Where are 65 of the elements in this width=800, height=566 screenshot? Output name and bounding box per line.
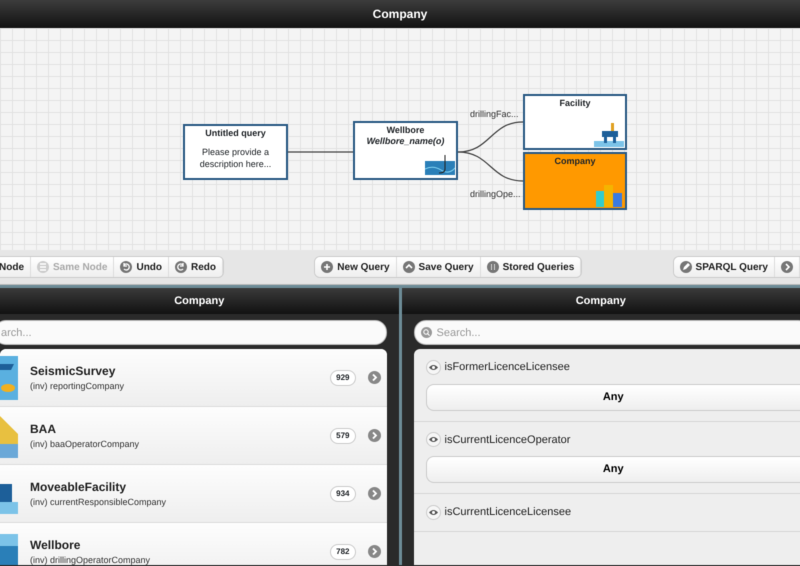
item-subtitle: (inv) drillingOperatorCompany (30, 554, 152, 565)
window-title: Company (372, 6, 428, 23)
item-subtitle: (inv) currentResponsibleCompany (30, 496, 168, 509)
item-subtitle: (inv) reportingCompany (30, 380, 126, 393)
pencil-icon (680, 261, 692, 273)
node-title: Untitled query (204, 128, 267, 140)
edge-label: drillingOpe... (470, 188, 521, 201)
connector-line (458, 151, 524, 182)
eye-icon (426, 504, 440, 520)
toolbar-button[interactable]: SPARQL Query (674, 257, 775, 277)
value-button[interactable]: Any (426, 456, 800, 483)
count-badge: 782 (330, 544, 356, 560)
eye-icon (426, 432, 440, 448)
chevron-icon (368, 545, 380, 558)
property-name: isCurrentLicenceLicensee (444, 505, 572, 520)
query-node[interactable]: Wellbore Wellbore_name(o) (353, 121, 458, 180)
node-title: Wellbore (386, 125, 426, 136)
query-node[interactable]: Untitled query Please provide a description here... (183, 124, 288, 180)
undo-icon (120, 261, 132, 273)
sea-well-icon (425, 153, 455, 177)
toolbar-button[interactable]: Save Query (396, 257, 481, 277)
toolbar-button[interactable]: Stored Queries (480, 257, 582, 277)
grid-icon (486, 261, 499, 273)
caret-icon (402, 261, 415, 273)
node-description: Please provide a description here... (198, 147, 272, 170)
edge-label: drillingFac... (470, 108, 519, 121)
search-icon (420, 327, 432, 338)
count-badge: 579 (330, 428, 356, 444)
node-subtitle: Wellbore_name(o) (366, 136, 446, 148)
list-icon (37, 261, 49, 273)
count-badge: 929 (330, 370, 356, 386)
item-title: Wellbore (30, 536, 82, 554)
panel-title: Company (174, 294, 224, 309)
node-title: Company (553, 156, 596, 168)
item-title: BAA (30, 420, 57, 438)
search-field[interactable]: arch... (0, 320, 386, 345)
oil-platform-icon (594, 123, 624, 147)
chevron-icon (368, 487, 380, 500)
panel-title: Company (576, 294, 626, 309)
property-name: isFormerLicenceLicensee (444, 360, 570, 375)
connector-line (458, 121, 524, 153)
search-field[interactable]: Search... (414, 320, 800, 345)
property-name: isCurrentLicenceOperator (444, 432, 570, 448)
item-title: MoveableFacility (30, 478, 128, 496)
arrow-button[interactable] (774, 257, 800, 277)
chevron-icon (368, 371, 380, 384)
toolbar-button[interactable]: Node (0, 257, 31, 277)
count-badge: 934 (330, 486, 356, 502)
redo-icon (175, 261, 188, 273)
toolbar-button[interactable]: Undo (114, 257, 170, 277)
query-node[interactable]: Company (523, 152, 627, 210)
toolbar-button[interactable]: New Query (315, 257, 397, 277)
eye-icon (426, 360, 440, 375)
item-subtitle: (inv) baaOperatorCompany (30, 438, 140, 451)
toolbar-button[interactable]: Redo (169, 257, 224, 277)
chevron-icon (368, 429, 380, 442)
connector-line (288, 151, 353, 153)
query-node[interactable]: Facility (523, 94, 627, 150)
plus-icon (321, 261, 334, 273)
buildings-icon (594, 183, 624, 207)
item-title: SeismicSurvey (30, 362, 116, 380)
boat-icon (0, 356, 18, 400)
list-item[interactable]: SeismicSurvey (inv) reportingCompany 929 (0, 349, 386, 407)
node-title: Facility (558, 98, 592, 110)
value-button[interactable]: Any (426, 384, 800, 410)
